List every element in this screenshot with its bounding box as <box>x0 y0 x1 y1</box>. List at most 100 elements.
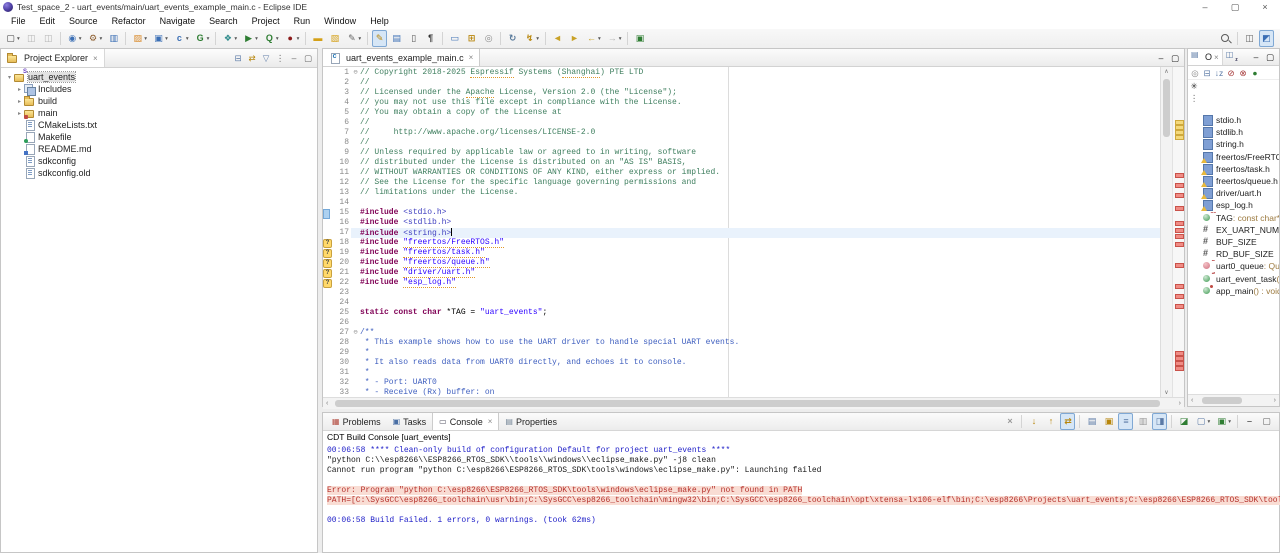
outline-item-app-main[interactable]: app_main() : void <box>1188 285 1279 297</box>
outline-item-esp-log-h[interactable]: esp_log.h <box>1188 199 1279 211</box>
new-class-button[interactable]: ▣▾ <box>151 30 170 47</box>
outline-tab-o[interactable]: O× <box>1188 49 1223 65</box>
error-marker[interactable] <box>1175 242 1184 247</box>
view-menu-button[interactable]: ⋮ <box>1188 92 1200 104</box>
scrollbar-thumb[interactable] <box>1163 79 1170 137</box>
code-line-14[interactable]: 14 <box>323 198 1160 208</box>
build-all-button[interactable]: ⚙▾ <box>86 30 105 47</box>
scrollbar-thumb[interactable] <box>335 400 1160 407</box>
code-line-28[interactable]: 28 * This example shows how to use the U… <box>323 338 1160 348</box>
outline-item-buf-size[interactable]: BUF_SIZE <box>1188 236 1279 248</box>
hide-static-members-button[interactable]: ⊗ <box>1237 66 1249 80</box>
tab-uart-events-example-main-c[interactable]: uart_events_example_main.c × <box>323 49 480 66</box>
outline-item-freertos-queue-h[interactable]: freertos/queue.h <box>1188 175 1279 187</box>
fold-icon[interactable]: ⊖ <box>351 328 360 338</box>
open-resource-button[interactable]: ▧ <box>327 30 342 47</box>
question-marker-icon[interactable] <box>323 278 331 288</box>
coverage-button[interactable]: ●▾ <box>283 30 302 47</box>
explorer-item-build[interactable]: ▸build <box>1 95 317 107</box>
new-project-button[interactable]: ▨▾ <box>130 30 149 47</box>
outline-item-stdlib-h[interactable]: stdlib.h <box>1188 126 1279 138</box>
editor-vertical-scrollbar[interactable]: ∧ ∨ <box>1160 67 1172 397</box>
code-line-15[interactable]: 15#include <stdio.h> <box>323 208 1160 218</box>
error-marker[interactable] <box>1175 284 1184 289</box>
refresh-button[interactable]: ↻ <box>505 30 520 47</box>
menu-search[interactable]: Search <box>202 14 245 29</box>
menu-source[interactable]: Source <box>62 14 105 29</box>
collapse-all-button[interactable]: ⊟ <box>232 51 244 65</box>
hide-non-public-button[interactable]: ● <box>1249 66 1261 80</box>
minimize-editor-button[interactable]: – <box>1155 51 1167 65</box>
editor-horizontal-scrollbar[interactable]: ‹ › <box>323 397 1184 409</box>
view-menu-button[interactable]: ⋮ <box>274 51 286 65</box>
explorer-item-main[interactable]: ▸main <box>1 107 317 119</box>
generate-g-button[interactable]: G▾ <box>193 30 212 47</box>
sort-button[interactable]: ↓z <box>1213 66 1225 80</box>
outline-item-stdio-h[interactable]: stdio.h <box>1188 114 1279 126</box>
error-marker[interactable] <box>1175 173 1184 178</box>
code-line-24[interactable]: 24 <box>323 298 1160 308</box>
tab-console[interactable]: ▭Console× <box>432 413 499 430</box>
code-line-17[interactable]: 17#include <string.h> <box>323 228 1160 238</box>
error-marker[interactable] <box>1175 228 1184 233</box>
error-marker[interactable] <box>1175 206 1184 211</box>
question-marker-icon[interactable] <box>323 248 331 258</box>
explorer-item-uart-events[interactable]: ▾uart_events <box>1 71 317 83</box>
debug-button[interactable]: ❖▾ <box>220 30 239 47</box>
code-line-7[interactable]: 7// http://www.apache.org/licenses/LICEN… <box>323 128 1160 138</box>
build-targets-button[interactable]: ⊞ <box>464 30 479 47</box>
explorer-item-makefile[interactable]: Makefile <box>1 131 317 143</box>
menu-run[interactable]: Run <box>287 14 318 29</box>
code-line-3[interactable]: 3// Licensed under the Apache License, V… <box>323 88 1160 98</box>
expanded-arrow-icon[interactable]: ▾ <box>5 74 14 81</box>
code-line-20[interactable]: 20#include "freertos/queue.h" <box>323 258 1160 268</box>
close-window-button[interactable]: × <box>1250 0 1280 14</box>
outline-item-freertos-task-h[interactable]: freertos/task.h <box>1188 163 1279 175</box>
outline-item-tag[interactable]: TAG : const char* <box>1188 212 1279 224</box>
close-icon[interactable]: × <box>1214 53 1219 62</box>
view-filters-button[interactable]: ▽ <box>260 51 272 65</box>
error-marker[interactable] <box>1175 294 1184 299</box>
code-line-25[interactable]: 25static const char *TAG = "uart_events"… <box>323 308 1160 318</box>
error-marker[interactable] <box>1175 234 1184 239</box>
code-line-2[interactable]: 2// <box>323 78 1160 88</box>
scroll-lock-button[interactable]: ▣ <box>1101 413 1116 430</box>
scrollbar-thumb[interactable] <box>1202 397 1242 404</box>
warning-marker[interactable] <box>1175 135 1184 140</box>
link-editor-button[interactable]: ◎ <box>481 30 496 47</box>
code-line-30[interactable]: 30 * It also reads data from UART0 direc… <box>323 358 1160 368</box>
scroll-right-icon[interactable]: › <box>1274 395 1276 406</box>
tab-properties[interactable]: ▤Properties <box>499 413 563 430</box>
maximize-view-button[interactable]: ▢ <box>1264 50 1276 64</box>
block-selection-button[interactable]: ▯ <box>406 30 421 47</box>
error-marker[interactable] <box>1175 183 1184 188</box>
error-marker[interactable] <box>1175 304 1184 309</box>
outline-item-driver-uart-h[interactable]: driver/uart.h <box>1188 187 1279 199</box>
code-line-26[interactable]: 26 <box>323 318 1160 328</box>
explorer-item-sdkconfig[interactable]: sdkconfig <box>1 155 317 167</box>
tab-project-explorer[interactable]: Project Explorer × <box>1 49 105 67</box>
overview-ruler[interactable] <box>1172 67 1184 397</box>
outline-item-rd-buf-size[interactable]: RD_BUF_SIZE <box>1188 248 1279 260</box>
minimize-view-button[interactable]: – <box>1242 413 1257 430</box>
search-button[interactable] <box>1218 30 1233 47</box>
pin-editor-button[interactable]: ▣ <box>632 30 647 47</box>
custom-filters-button[interactable]: ✳ <box>1188 80 1200 92</box>
question-marker-icon[interactable] <box>323 268 331 278</box>
maximize-editor-button[interactable]: ▢ <box>1169 51 1181 65</box>
code-lines[interactable]: 1⊖// Copyright 2018-2025 Espressif Syste… <box>323 68 1160 397</box>
scroll-left-icon[interactable]: ‹ <box>1191 395 1193 406</box>
explorer-item-cmakelists-txt[interactable]: CMakeLists.txt <box>1 119 317 131</box>
forward-button[interactable]: →▾ <box>605 30 624 47</box>
menu-file[interactable]: File <box>4 14 33 29</box>
collapsed-arrow-icon[interactable]: ▸ <box>15 110 24 117</box>
open-console-button[interactable]: ▣▾ <box>1214 413 1233 430</box>
link-with-editor-button[interactable]: ⇄ <box>246 51 258 65</box>
close-icon[interactable]: × <box>93 54 98 63</box>
error-marker[interactable] <box>1175 366 1184 371</box>
menu-edit[interactable]: Edit <box>33 14 63 29</box>
save-button[interactable]: ◫ <box>24 30 39 47</box>
menu-navigate[interactable]: Navigate <box>153 14 203 29</box>
display-selected-console-button[interactable]: ▢▾ <box>1193 413 1212 430</box>
fold-icon[interactable]: ⊖ <box>351 68 360 78</box>
